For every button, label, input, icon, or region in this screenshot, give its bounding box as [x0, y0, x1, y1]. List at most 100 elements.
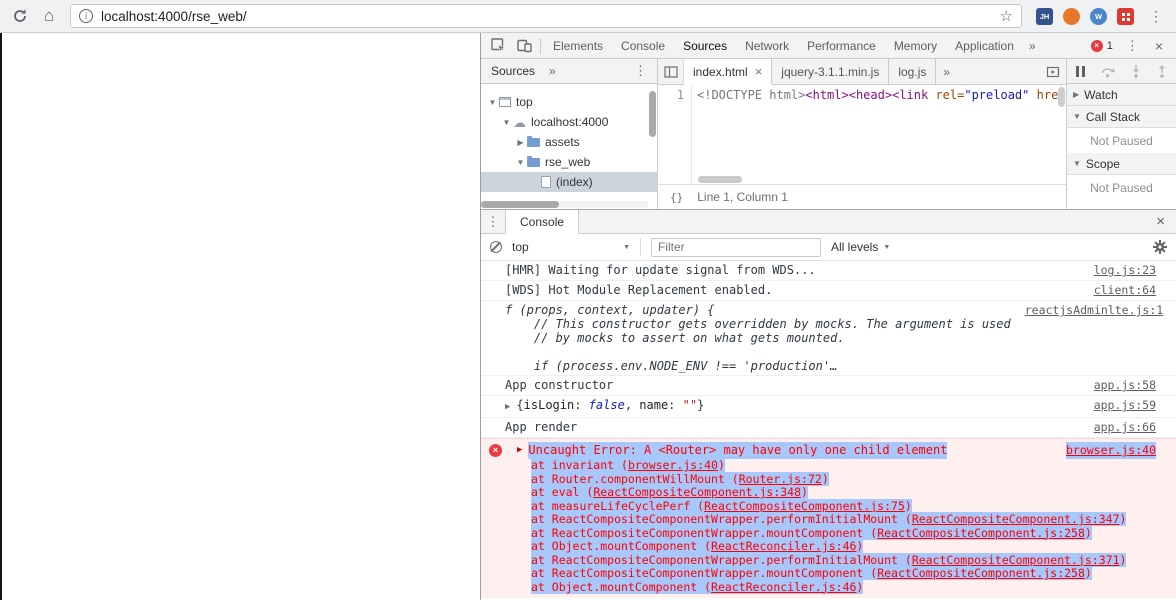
tree-expand-arrow-icon[interactable]: ▼	[515, 158, 526, 167]
devtools-tabs: Elements Console Sources Network Performance…	[544, 33, 1023, 58]
navigator-menu-icon[interactable]: ⋮	[634, 63, 647, 79]
drawer-menu-icon[interactable]: ⋮	[481, 210, 505, 233]
devtools-menu-icon[interactable]: ⋮	[1119, 38, 1146, 54]
console-settings-button[interactable]	[1153, 240, 1167, 254]
stack-source-link[interactable]: ReactCompositeComponent.js:75	[704, 499, 905, 513]
devtools-tab-elements[interactable]: Elements	[544, 33, 612, 58]
console-filter-input[interactable]	[651, 237, 821, 257]
tree-item-rse-web[interactable]: ▼ rse_web	[481, 152, 657, 172]
editor-tab-index-html[interactable]: index.html ×	[684, 59, 773, 85]
pause-button[interactable]	[1076, 65, 1085, 77]
editor-tab-jquery-3-1-1-min-js[interactable]: jquery-3.1.1.min.js	[772, 59, 890, 84]
stack-frame-text: )	[856, 579, 864, 594]
navigator-horizontal-scrollbar[interactable]	[481, 201, 648, 208]
message-source-link[interactable]: reactjsAdminlte.js:1	[1025, 303, 1163, 318]
code-editor[interactable]: 1 <!DOCTYPE html><html><head><link rel="…	[658, 85, 1066, 184]
device-toolbar-icon	[516, 39, 532, 53]
stack-frame-text: )	[904, 498, 912, 513]
navigator-more-tabs-icon[interactable]: »	[549, 64, 556, 78]
devtools-tab-application[interactable]: Application	[946, 33, 1023, 58]
editor-horizontal-scrollbar[interactable]	[698, 176, 742, 183]
device-toolbar-button[interactable]	[511, 33, 537, 58]
devtools-tab-network[interactable]: Network	[736, 33, 798, 58]
drawer-tab-console[interactable]: Console	[505, 210, 580, 234]
reload-button[interactable]	[8, 4, 32, 28]
stack-frame: at eval (ReactCompositeComponent.js:348)	[531, 485, 1156, 500]
message-source-link[interactable]: app.js:59	[1094, 398, 1156, 413]
selection-highlight: at Object.mountComponent (ReactReconcile…	[531, 579, 864, 594]
navigator-tab-sources[interactable]: Sources	[491, 64, 535, 78]
stack-source-link[interactable]: Router.js:72	[739, 472, 822, 486]
context-selector[interactable]: top ▼	[512, 240, 630, 254]
editor-tab-log-js[interactable]: log.js	[889, 59, 937, 84]
extension-icon-4[interactable]	[1117, 7, 1134, 25]
editor-vertical-scrollbar[interactable]	[1058, 87, 1065, 107]
stack-source-link[interactable]: ReactCompositeComponent.js:258	[877, 526, 1085, 540]
stack-source-link[interactable]: ReactCompositeComponent.js:347	[912, 512, 1120, 526]
expander-icon[interactable]: ▶	[517, 442, 522, 459]
bookmark-star-icon[interactable]: ☆	[1000, 7, 1013, 25]
message-source-link[interactable]: app.js:66	[1094, 420, 1156, 435]
step-over-button[interactable]	[1101, 65, 1115, 78]
devtools-tab-console[interactable]: Console	[612, 33, 674, 58]
log-level-selector[interactable]: All levels ▼	[831, 240, 890, 254]
editor-more-tabs-icon[interactable]: »	[936, 59, 957, 84]
scrollbar-thumb[interactable]	[1058, 87, 1065, 107]
address-bar[interactable]: i localhost:4000/rse_web/ ☆	[70, 4, 1022, 28]
tree-expand-arrow-icon[interactable]: ▼	[487, 98, 498, 107]
clear-console-icon[interactable]	[490, 241, 502, 253]
devtools-tab-memory[interactable]: Memory	[885, 33, 946, 58]
scrollbar-thumb[interactable]	[481, 201, 559, 208]
message-text: [HMR] Waiting for update signal from WDS…	[505, 263, 816, 277]
error-count-badge[interactable]: × 1	[1085, 39, 1119, 52]
stack-frame-text: at Object.mountComponent (	[531, 579, 712, 594]
inspect-element-button[interactable]	[485, 33, 511, 58]
message-source-link[interactable]: log.js:23	[1094, 263, 1156, 278]
navigator-vertical-scrollbar[interactable]	[649, 86, 656, 201]
devtools-toolbar-right: × 1 ⋮ ×	[1085, 38, 1172, 54]
tree-item-localhost-4000[interactable]: ▼ ☁ localhost:4000	[481, 112, 657, 132]
debugger-section-watch[interactable]: ▶ Watch	[1067, 84, 1176, 106]
tree-item-index[interactable]: (index)	[481, 172, 657, 192]
devtools-tab-sources[interactable]: Sources	[674, 33, 736, 58]
tree-item-assets[interactable]: ▶ assets	[481, 132, 657, 152]
tree-expand-arrow-icon[interactable]: ▶	[515, 138, 526, 147]
chrome-menu-button[interactable]: ⋮	[1144, 4, 1168, 28]
stack-source-link[interactable]: ReactReconciler.js:46	[711, 580, 856, 594]
stack-source-link[interactable]: browser.js:40	[628, 458, 718, 472]
tree-expand-arrow-icon[interactable]: ▼	[501, 118, 512, 127]
extension-icon-2[interactable]	[1063, 7, 1080, 25]
message-source-link[interactable]: app.js:58	[1094, 378, 1156, 393]
frame-icon	[499, 97, 511, 107]
drawer-close-icon[interactable]: ×	[1145, 210, 1176, 233]
property-value: ""	[682, 398, 698, 412]
stack-source-link[interactable]: ReactCompositeComponent.js:348	[593, 485, 801, 499]
debugger-section-call-stack[interactable]: ▼ Call Stack	[1067, 106, 1176, 128]
debugger-section-scope[interactable]: ▼ Scope	[1067, 153, 1176, 175]
extension-icon-1[interactable]: JH	[1036, 7, 1053, 25]
stack-frame-text: at ReactCompositeComponentWrapper.perfor…	[531, 512, 912, 526]
message-source-link[interactable]: client:64	[1094, 283, 1156, 298]
home-button[interactable]: ⌂	[37, 4, 61, 28]
scrollbar-thumb[interactable]	[649, 91, 656, 137]
tab-close-icon[interactable]: ×	[755, 64, 763, 79]
extension-icon-3[interactable]: W	[1090, 7, 1107, 25]
editor-tabs: index.html × jquery-3.1.1.min.js log.js	[684, 59, 937, 85]
expander-icon[interactable]: ▶	[505, 402, 510, 412]
editor-overflow-button[interactable]	[1040, 59, 1066, 84]
step-into-button[interactable]	[1131, 64, 1141, 78]
page-info-icon[interactable]: i	[79, 9, 93, 23]
stack-source-link[interactable]: ReactCompositeComponent.js:371	[912, 553, 1120, 567]
devtools-close-icon[interactable]: ×	[1146, 38, 1172, 54]
scrollbar-thumb[interactable]	[698, 176, 742, 183]
devtools-tab-performance[interactable]: Performance	[798, 33, 885, 58]
stack-source-link[interactable]: ReactReconciler.js:46	[711, 539, 856, 553]
step-out-button[interactable]	[1157, 64, 1167, 78]
toggle-navigator-button[interactable]	[658, 59, 684, 84]
more-panels-icon[interactable]: »	[1023, 39, 1042, 53]
navigator-header: Sources » ⋮	[481, 59, 657, 84]
stack-source-link[interactable]: ReactCompositeComponent.js:258	[877, 566, 1085, 580]
tree-item-top[interactable]: ▼ top	[481, 92, 657, 112]
message-source-link[interactable]: browser.js:40	[1065, 442, 1156, 459]
pretty-print-button[interactable]: {}	[670, 191, 683, 204]
